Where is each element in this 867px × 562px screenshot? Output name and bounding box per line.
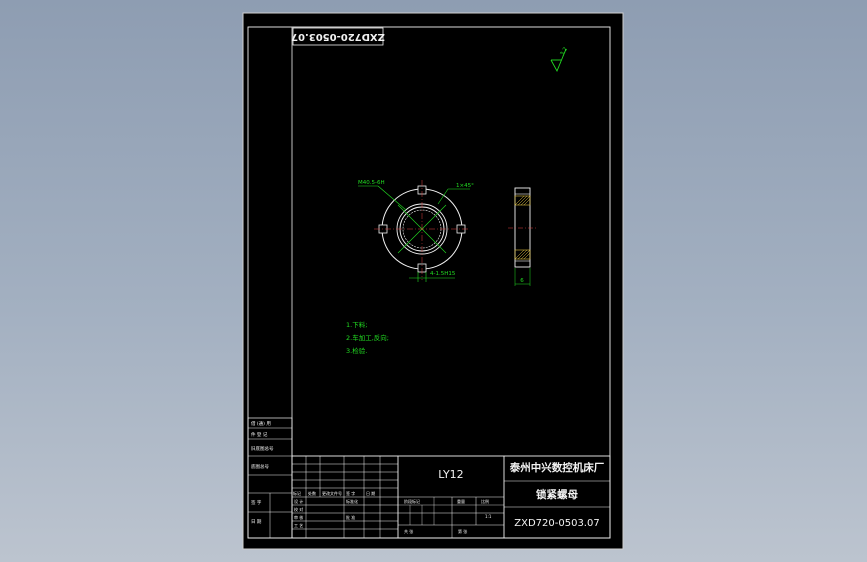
cell-change-doc: 更改文件号 bbox=[322, 490, 342, 496]
cad-viewport[interactable]: ZXD720-0503.07 3.2 M40.5-6H 1×45° 4-1.5H… bbox=[0, 0, 867, 562]
chamfer-callout: 1×45° bbox=[456, 183, 474, 189]
cell-count: 处数 bbox=[308, 490, 316, 496]
cell-date: 日 期 bbox=[366, 490, 375, 496]
stack-label-date: 日 期 bbox=[251, 519, 262, 525]
cell-proofread: 校 对 bbox=[294, 506, 303, 512]
cell-scale: 比例 bbox=[481, 498, 489, 504]
stack-label-sign: 签 字 bbox=[251, 499, 262, 506]
cell-sheets-total: 共 张 bbox=[404, 528, 413, 534]
company-name: 泰州中兴数控机床厂 bbox=[509, 461, 605, 474]
stack-label-register: 件 登 记 bbox=[251, 431, 268, 438]
note-3: 3.检验. bbox=[346, 346, 367, 355]
cell-ratio: 1:1 bbox=[485, 514, 492, 519]
cell-standardize: 标准化 bbox=[346, 498, 358, 504]
note-1: 1.下料; bbox=[346, 320, 367, 329]
cell-stage-mark: 阶段标记 bbox=[404, 498, 420, 504]
thickness-dimension: 6 bbox=[520, 278, 524, 284]
rotated-drawing-code: ZXD720-0503.07 bbox=[291, 31, 385, 42]
cell-sheet-no: 第 张 bbox=[458, 528, 467, 534]
stack-label-drawing-no: 底图总号 bbox=[251, 463, 269, 470]
note-2: 2.车加工,反向; bbox=[346, 333, 389, 342]
drawing-number: ZXD720-0503.07 bbox=[514, 518, 599, 529]
cell-process: 工 艺 bbox=[294, 523, 303, 528]
cell-review: 审 核 bbox=[294, 514, 303, 520]
cell-weight: 重量 bbox=[457, 498, 465, 504]
cell-mark: 标记 bbox=[293, 490, 301, 496]
cell-design: 设 计 bbox=[294, 498, 303, 504]
cell-signature: 签 字 bbox=[346, 490, 355, 496]
slot-callout: 4-1.5H15 bbox=[430, 271, 456, 277]
material-label: LY12 bbox=[438, 468, 463, 481]
part-name: 锁紧螺母 bbox=[536, 488, 578, 501]
drawing-canvas[interactable]: ZXD720-0503.07 3.2 M40.5-6H 1×45° 4-1.5H… bbox=[0, 0, 867, 562]
stack-label-borrow: 借 (通) 用 bbox=[251, 420, 271, 427]
stack-label-old-drawing: 旧底图总号 bbox=[251, 445, 274, 452]
hole-callout: M40.5-6H bbox=[358, 180, 385, 186]
cell-approve: 批 准 bbox=[346, 514, 355, 520]
